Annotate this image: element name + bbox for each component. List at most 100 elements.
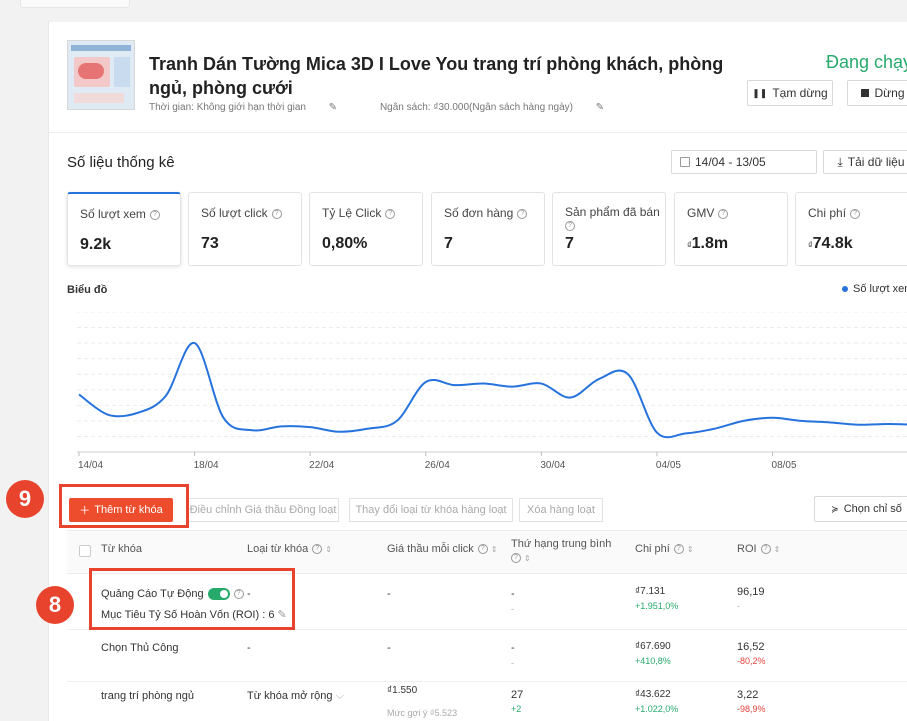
product-title: Tranh Dán Tường Mica 3D I Love You trang… bbox=[149, 54, 724, 98]
roi-cell: 96,19 bbox=[737, 586, 765, 598]
help-icon: ? bbox=[312, 544, 323, 555]
x-tick-label: 22/04 bbox=[309, 460, 335, 471]
rank-cell: - bbox=[511, 642, 515, 654]
select-all-checkbox[interactable] bbox=[79, 545, 91, 557]
bulk-change-type-button[interactable]: Thay đổi loại từ khóa hàng loạt bbox=[349, 498, 513, 522]
date-range-picker[interactable]: 14/04 - 13/05 bbox=[671, 150, 817, 174]
line-chart bbox=[77, 312, 907, 456]
kpi-card-cost[interactable]: Chi phí? ₫74.8k bbox=[795, 192, 907, 266]
kpi-card-clicks[interactable]: Số lượt click? 73 bbox=[188, 192, 302, 266]
status-badge: Đang chạy bbox=[826, 52, 907, 72]
cost-change: +410,8% bbox=[635, 656, 671, 666]
sort-icon: ⇕ bbox=[524, 554, 531, 563]
header-cost[interactable]: Chi phí? ⇕ bbox=[635, 543, 694, 555]
cost-change: +1.022,0% bbox=[635, 704, 679, 714]
ad-detail-card: Tranh Dán Tường Mica 3D I Love You trang… bbox=[48, 22, 907, 721]
chart-legend[interactable]: Số lượt xem bbox=[842, 283, 907, 295]
roi-cell: 3,22 bbox=[737, 689, 759, 701]
download-icon: ⤓ bbox=[837, 154, 843, 169]
kpi-card-gmv[interactable]: GMV? ₫1.8m bbox=[674, 192, 788, 266]
divider bbox=[49, 132, 907, 133]
time-setting[interactable]: Thời gian: Không giới hạn thời gian ✎ bbox=[149, 102, 357, 113]
pause-icon: ❚❚ bbox=[752, 87, 768, 98]
keyword-cell: trang trí phòng ngủ bbox=[101, 690, 194, 702]
cost-cell: ₫7.131 bbox=[635, 586, 666, 597]
suggested-bid: Mức gợi ý ₫5.523 bbox=[387, 708, 458, 718]
rank-change: +2 bbox=[511, 704, 522, 714]
x-tick-label: 18/04 bbox=[193, 460, 219, 471]
rank-cell: - bbox=[511, 588, 515, 600]
chevron-down-icon: ⌵ bbox=[335, 690, 344, 702]
roi-cell: 16,52 bbox=[737, 641, 765, 653]
x-tick-label: 08/05 bbox=[771, 460, 797, 471]
x-tick-label: 26/04 bbox=[424, 460, 450, 471]
product-thumbnail bbox=[67, 40, 135, 110]
legend-label: Số lượt xem bbox=[853, 283, 907, 295]
time-label: Thời gian: Không giới hạn thời gian bbox=[149, 102, 306, 113]
kpi-card-orders[interactable]: Số đơn hàng? 7 bbox=[431, 192, 545, 266]
bid-cell[interactable]: ₫1.550 bbox=[387, 685, 417, 696]
x-tick-label: 04/05 bbox=[655, 460, 681, 471]
x-tick-label: 30/04 bbox=[540, 460, 566, 471]
edit-pencil-icon[interactable]: ✎ bbox=[596, 102, 604, 113]
roi-change: -80,2% bbox=[737, 656, 766, 666]
kpi-card-views[interactable]: Số lượt xem? 9.2k bbox=[67, 192, 181, 266]
header-keyword: Từ khóa bbox=[101, 543, 142, 555]
keyword-type-dropdown[interactable]: Từ khóa mở rộng ⌵ bbox=[247, 690, 344, 703]
header-avg-rank[interactable]: Thứ hạng trung bình? ⇕ bbox=[511, 537, 611, 566]
browser-tab[interactable] bbox=[20, 0, 130, 8]
double-chevron-down-icon: ≽ bbox=[831, 503, 839, 514]
roi-change: -98,9% bbox=[737, 704, 766, 714]
help-icon: ? bbox=[565, 220, 575, 231]
cost-cell: ₫43.622 bbox=[635, 689, 671, 700]
help-icon: ? bbox=[511, 553, 521, 564]
help-icon: ? bbox=[271, 208, 282, 219]
stop-icon bbox=[861, 89, 870, 97]
keyword-cell[interactable]: Chọn Thủ Công bbox=[101, 642, 178, 654]
rank-cell: 27 bbox=[511, 689, 524, 701]
pause-button[interactable]: ❚❚ Tạm dừng bbox=[747, 80, 833, 106]
x-tick-label: 14/04 bbox=[78, 460, 104, 471]
download-data-button[interactable]: ⤓ Tải dữ liệu bbox=[823, 150, 907, 174]
chart-title: Biểu đồ bbox=[67, 284, 108, 296]
help-icon: ? bbox=[477, 544, 488, 555]
help-icon: ? bbox=[760, 544, 771, 555]
cost-cell: ₫67.690 bbox=[635, 641, 671, 652]
sort-icon: ⇕ bbox=[325, 545, 332, 554]
kpi-card-ctr[interactable]: Tỷ Lệ Click? 0,80% bbox=[309, 192, 423, 266]
header-roi[interactable]: ROI? ⇕ bbox=[737, 543, 780, 555]
budget-label: Ngân sách: ₫30.000(Ngân sách hàng ngày) bbox=[379, 102, 573, 113]
edit-pencil-icon[interactable]: ✎ bbox=[329, 102, 337, 113]
sort-icon: ⇕ bbox=[686, 545, 694, 554]
table-row: trang trí phòng ngủ Từ khóa mở rộng ⌵ ₫1… bbox=[67, 682, 907, 721]
help-icon: ? bbox=[673, 544, 684, 555]
bid-cell: - bbox=[387, 588, 391, 600]
sort-icon: ⇕ bbox=[490, 545, 498, 554]
header-keyword-type[interactable]: Loại từ khóa? ⇕ bbox=[247, 543, 332, 555]
budget-setting[interactable]: Ngân sách: ₫30.000(Ngân sách hàng ngày) … bbox=[380, 102, 624, 113]
cost-change: +1.951,0% bbox=[635, 601, 679, 611]
help-icon: ? bbox=[385, 208, 396, 219]
top-strip bbox=[0, 0, 907, 10]
help-icon: ? bbox=[517, 208, 528, 219]
header-bid[interactable]: Giá thầu mỗi click? ⇕ bbox=[387, 543, 498, 555]
help-icon: ? bbox=[149, 209, 160, 220]
rank-change: - bbox=[511, 604, 514, 614]
bulk-delete-button[interactable]: Xóa hàng loạt bbox=[519, 498, 603, 522]
calendar-icon bbox=[680, 157, 690, 167]
kpi-card-items-sold[interactable]: Sản phẩm đã bán? 7 bbox=[552, 192, 666, 266]
stop-button[interactable]: Dừng bbox=[847, 80, 907, 106]
annotation-badge-8: 8 bbox=[36, 586, 74, 624]
keyword-type-cell: - bbox=[247, 642, 251, 654]
table-row: Chọn Thủ Công - - - - ₫67.690 +410,8% 16… bbox=[67, 630, 907, 682]
help-icon: ? bbox=[718, 208, 729, 219]
bulk-adjust-bid-button[interactable]: Điều chỉnh Giá thầu Đồng loạt bbox=[187, 498, 339, 522]
annotation-box-8 bbox=[89, 568, 295, 630]
annotation-box-9 bbox=[59, 484, 189, 528]
ad-meta: Thời gian: Không giới hạn thời gian ✎ Ng… bbox=[149, 102, 644, 113]
bid-cell: - bbox=[387, 642, 391, 654]
choose-metrics-button[interactable]: ≽ Chọn chỉ số bbox=[814, 496, 907, 522]
rank-change: - bbox=[511, 658, 514, 668]
legend-dot bbox=[842, 286, 848, 292]
annotation-badge-9: 9 bbox=[6, 480, 44, 518]
